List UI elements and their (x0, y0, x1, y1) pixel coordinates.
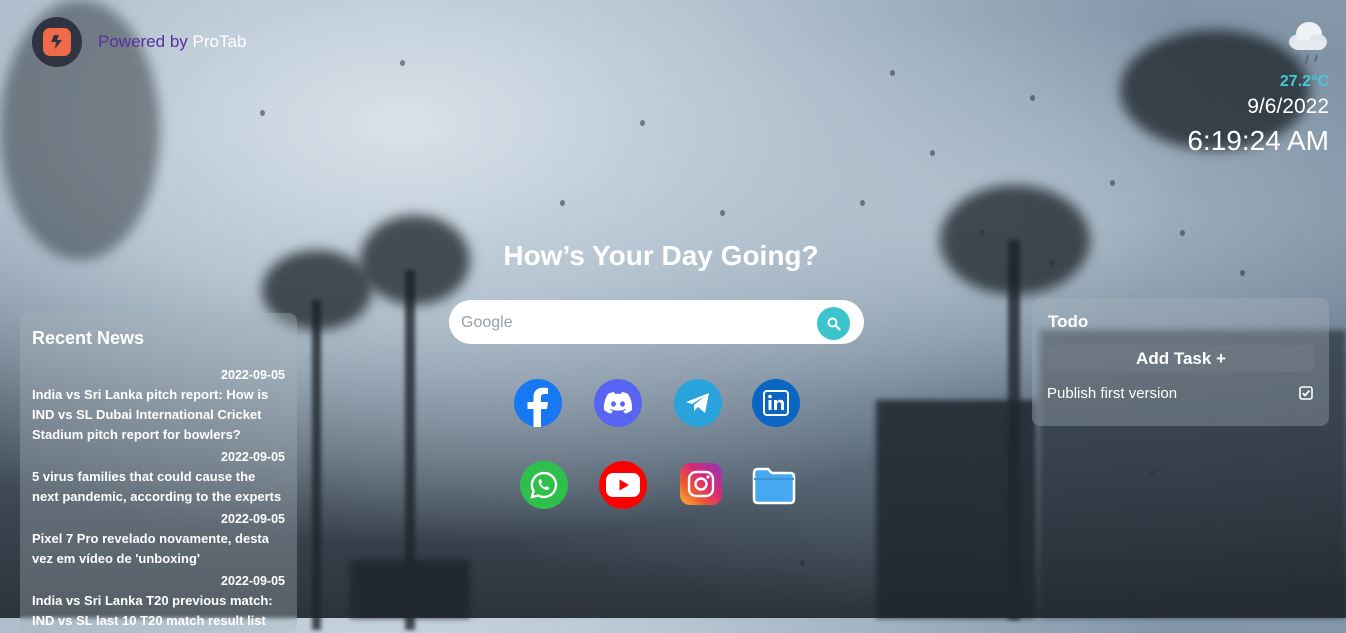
news-item[interactable]: 2022-09-05 5 virus families that could c… (32, 447, 285, 507)
whatsapp-icon (530, 471, 558, 499)
add-task-button[interactable]: Add Task + (1047, 345, 1315, 372)
brand-name[interactable]: ProTab (193, 32, 247, 51)
recent-news-panel: Recent News 2022-09-05 India vs Sri Lank… (20, 313, 297, 633)
bolt-icon[interactable] (32, 17, 82, 67)
rain-cloud-icon (1287, 18, 1329, 68)
news-item[interactable]: 2022-09-05 India vs Sri Lanka T20 previo… (32, 571, 285, 631)
youtube-icon (606, 473, 640, 497)
folder-shortcut[interactable] (752, 467, 796, 505)
greeting-heading: How’s Your Day Going? (503, 240, 819, 271)
facebook-icon (527, 387, 548, 427)
search-input[interactable] (459, 300, 813, 346)
telegram-shortcut[interactable] (674, 379, 722, 427)
news-headline[interactable]: India vs Sri Lanka T20 previous match: I… (32, 591, 285, 631)
whatsapp-shortcut[interactable] (520, 461, 568, 509)
todo-panel: Todo Add Task + Publish first version (1032, 298, 1329, 426)
news-item[interactable]: 2022-09-05 Pixel 7 Pro revelado novament… (32, 509, 285, 569)
discord-icon (603, 392, 633, 414)
todo-title: Todo (1048, 312, 1089, 331)
powered-by-text: Powered by ProTab (98, 32, 246, 52)
linkedin-icon (763, 390, 789, 416)
news-date: 2022-09-05 (221, 368, 285, 382)
instagram-icon (687, 470, 715, 498)
news-item[interactable]: 2022-09-05 India vs Sri Lanka pitch repo… (32, 365, 285, 445)
news-date: 2022-09-05 (221, 574, 285, 588)
news-title: Recent News (32, 328, 145, 348)
search-button[interactable] (817, 307, 850, 340)
news-headline[interactable]: 5 virus families that could cause the ne… (32, 467, 285, 507)
search-icon (827, 317, 841, 331)
news-date: 2022-09-05 (221, 450, 285, 464)
checkbox-checked-icon[interactable] (1299, 386, 1313, 400)
powered-by-label: Powered by (98, 32, 188, 51)
clock: 6:19:24 AM (1187, 125, 1329, 156)
todo-item-text: Publish first version (1047, 385, 1178, 402)
discord-shortcut[interactable] (594, 379, 642, 427)
brand: Powered by ProTab (32, 17, 246, 67)
weather-widget: 27.2°C 9/6/2022 6:19:24 AM (1187, 18, 1329, 157)
youtube-shortcut[interactable] (599, 461, 647, 509)
date: 9/6/2022 (1247, 95, 1329, 118)
news-date: 2022-09-05 (221, 512, 285, 526)
news-headline[interactable]: India vs Sri Lanka pitch report: How is … (32, 385, 285, 445)
search-bar (449, 300, 864, 346)
facebook-shortcut[interactable] (514, 379, 562, 427)
instagram-shortcut[interactable] (680, 463, 722, 505)
folder-icon (752, 467, 796, 505)
telegram-icon (686, 393, 709, 413)
todo-item: Publish first version (1047, 385, 1313, 402)
news-headline[interactable]: Pixel 7 Pro revelado novamente, desta ve… (32, 529, 285, 569)
temperature: 27.2°C (1279, 73, 1329, 90)
linkedin-shortcut[interactable] (752, 379, 800, 427)
